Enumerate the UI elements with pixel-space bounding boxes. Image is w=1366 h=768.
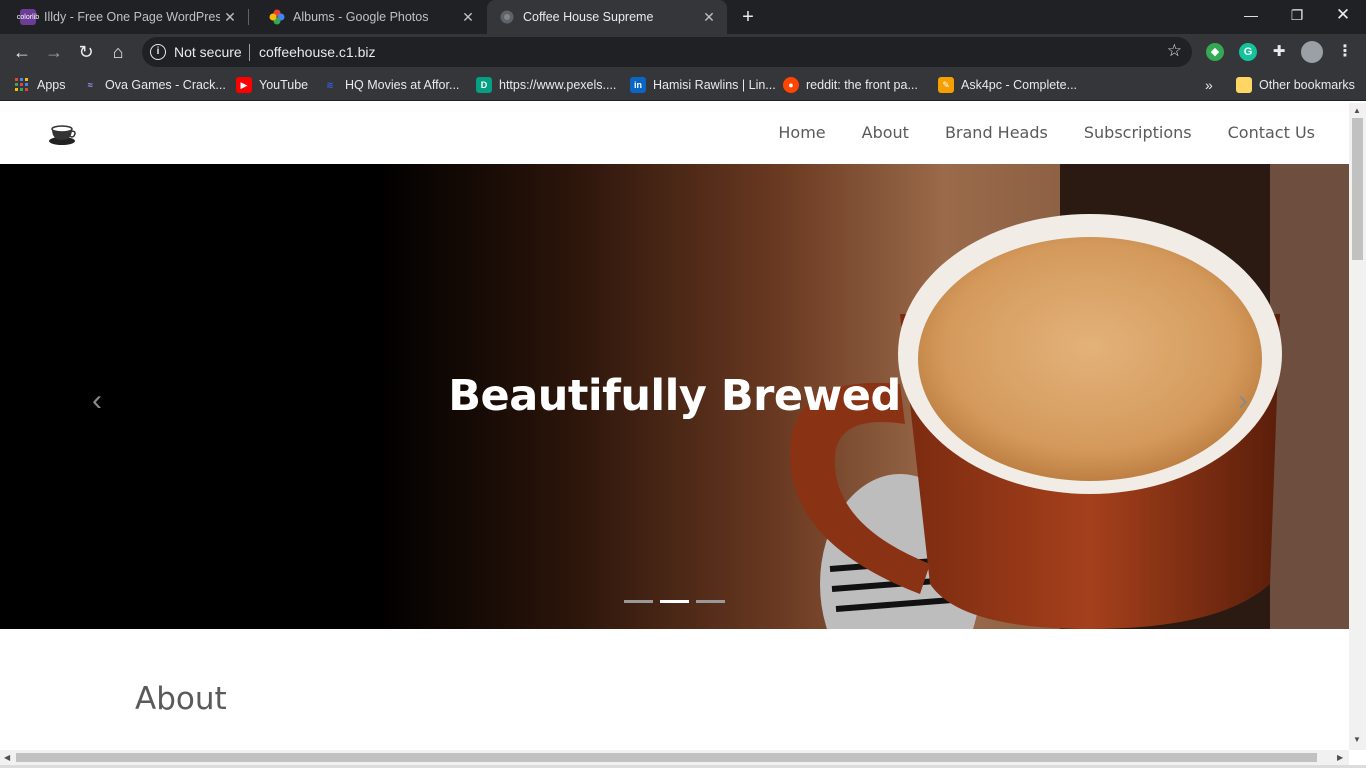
bookmark-label: https://www.pexels....	[499, 78, 617, 92]
minimize-icon[interactable]: —	[1228, 0, 1274, 30]
site-navbar: Home About Brand Heads Subscriptions Con…	[0, 103, 1349, 164]
home-icon[interactable]: ⌂	[106, 40, 130, 64]
hero-title: Beautifully Brewed	[448, 371, 901, 421]
omnibox-divider	[249, 44, 250, 61]
security-label[interactable]: Not secure	[174, 44, 242, 60]
back-arrow-icon[interactable]: ←	[10, 40, 34, 64]
youtube-icon: ▶	[236, 77, 252, 93]
carousel-indicator[interactable]	[624, 600, 653, 603]
address-bar[interactable]: i Not secure coffeehouse.c1.biz ☆	[142, 37, 1192, 67]
close-icon[interactable]: ✕	[220, 9, 240, 26]
ask4pc-icon: ✎	[938, 77, 954, 93]
scroll-up-arrow-icon[interactable]: ▲	[1353, 106, 1361, 115]
folder-icon	[1236, 77, 1252, 93]
bookmark-label: HQ Movies at Affor...	[345, 78, 460, 92]
tab-illdy[interactable]: colorlib Illdy - Free One Page WordPress…	[0, 0, 248, 34]
tab-google-photos[interactable]: Albums - Google Photos ✕	[249, 0, 486, 34]
carousel-indicators	[624, 600, 725, 603]
bookmark-pexels[interactable]: D https://www.pexels....	[476, 76, 616, 94]
google-photos-icon	[269, 9, 285, 25]
reddit-icon: ●	[783, 77, 799, 93]
nav-contact-us[interactable]: Contact Us	[1228, 123, 1315, 142]
linkedin-icon: in	[630, 77, 646, 93]
horizontal-scrollbar[interactable]: ◀ ▶	[0, 750, 1349, 765]
url-text[interactable]: coffeehouse.c1.biz	[259, 44, 376, 60]
pexels-icon: D	[476, 77, 492, 93]
bookmark-reddit[interactable]: ● reddit: the front pa...	[783, 76, 918, 94]
tab-coffee-house[interactable]: Coffee House Supreme ✕	[487, 0, 727, 34]
bookmark-label: reddit: the front pa...	[806, 78, 918, 92]
hq-movies-icon: ≋	[326, 79, 334, 90]
bookmark-label: Hamisi Rawlins | Lin...	[653, 78, 776, 92]
other-bookmarks[interactable]: Other bookmarks	[1236, 76, 1355, 94]
new-tab-button[interactable]: +	[736, 5, 760, 29]
puzzle-icon[interactable]: ✚	[1270, 43, 1288, 61]
about-heading: About	[135, 681, 227, 717]
bookmark-youtube[interactable]: ▶ YouTube	[236, 76, 308, 94]
ova-games-icon: ≈	[87, 80, 93, 90]
bookmark-apps[interactable]: Apps	[14, 76, 66, 94]
tab-title: Illdy - Free One Page WordPress	[44, 10, 220, 24]
bookmark-star-icon[interactable]: ☆	[1167, 41, 1182, 61]
globe-icon	[499, 9, 515, 25]
restore-icon[interactable]: ❐	[1274, 0, 1320, 30]
colorlib-icon: colorlib	[17, 9, 39, 25]
carousel-indicator[interactable]	[660, 600, 689, 603]
bookmark-linkedin[interactable]: in Hamisi Rawlins | Lin...	[630, 76, 776, 94]
vertical-scroll-thumb[interactable]	[1352, 118, 1363, 260]
bookmarks-bar: Apps ≈ Ova Games - Crack... ▶ YouTube ≋ …	[0, 70, 1366, 101]
tab-title: Albums - Google Photos	[293, 10, 429, 24]
scroll-down-arrow-icon[interactable]: ▼	[1353, 735, 1361, 744]
bookmark-label: Apps	[37, 78, 66, 92]
nav-brand-heads[interactable]: Brand Heads	[945, 123, 1048, 142]
forward-arrow-icon[interactable]: →	[42, 40, 66, 64]
tab-strip: colorlib Illdy - Free One Page WordPress…	[0, 0, 1366, 34]
window-close-icon[interactable]: ✕	[1320, 0, 1366, 30]
reload-icon[interactable]: ↻	[74, 40, 98, 64]
bookmark-label: Ova Games - Crack...	[105, 78, 226, 92]
profile-avatar[interactable]	[1301, 41, 1323, 63]
browser-toolbar: ← → ↻ ⌂ i Not secure coffeehouse.c1.biz …	[0, 34, 1366, 70]
nav-subscriptions[interactable]: Subscriptions	[1084, 123, 1192, 142]
carousel-next-chevron-icon[interactable]: ›	[1238, 384, 1248, 418]
vertical-scrollbar[interactable]: ▲ ▼	[1349, 103, 1366, 750]
bookmark-ova-games[interactable]: ≈ Ova Games - Crack...	[82, 76, 226, 94]
carousel-prev-chevron-icon[interactable]: ‹	[92, 384, 102, 418]
tab-title: Coffee House Supreme	[523, 10, 654, 24]
web-page: Home About Brand Heads Subscriptions Con…	[0, 103, 1349, 750]
menu-kebab-icon[interactable]: ⋮	[1336, 43, 1354, 61]
bookmark-ask4pc[interactable]: ✎ Ask4pc - Complete...	[938, 76, 1077, 94]
carousel-indicator[interactable]	[696, 600, 725, 603]
other-bookmarks-label: Other bookmarks	[1259, 78, 1355, 92]
apps-grid-icon	[14, 77, 30, 93]
bookmark-hq-movies[interactable]: ≋ HQ Movies at Affor...	[322, 76, 459, 94]
bookmark-label: YouTube	[259, 78, 309, 92]
close-icon[interactable]: ✕	[699, 9, 719, 26]
bookmarks-overflow-icon[interactable]: »	[1205, 76, 1213, 94]
bookmark-label: Ask4pc - Complete...	[961, 78, 1078, 92]
nav-about[interactable]: About	[862, 123, 909, 142]
coffee-cup-logo-icon[interactable]	[48, 121, 78, 147]
horizontal-scroll-thumb[interactable]	[16, 753, 1317, 762]
grammarly-icon[interactable]: G	[1239, 43, 1257, 61]
hero-carousel: Beautifully Brewed ‹ ›	[0, 164, 1349, 629]
info-icon[interactable]: i	[150, 44, 166, 60]
scroll-left-arrow-icon[interactable]: ◀	[4, 753, 10, 762]
main-nav: Home About Brand Heads Subscriptions Con…	[778, 123, 1315, 142]
colorful-extension-icon[interactable]: ◆	[1206, 43, 1224, 61]
close-icon[interactable]: ✕	[458, 9, 478, 26]
nav-home[interactable]: Home	[778, 123, 825, 142]
scroll-right-arrow-icon[interactable]: ▶	[1337, 753, 1343, 762]
